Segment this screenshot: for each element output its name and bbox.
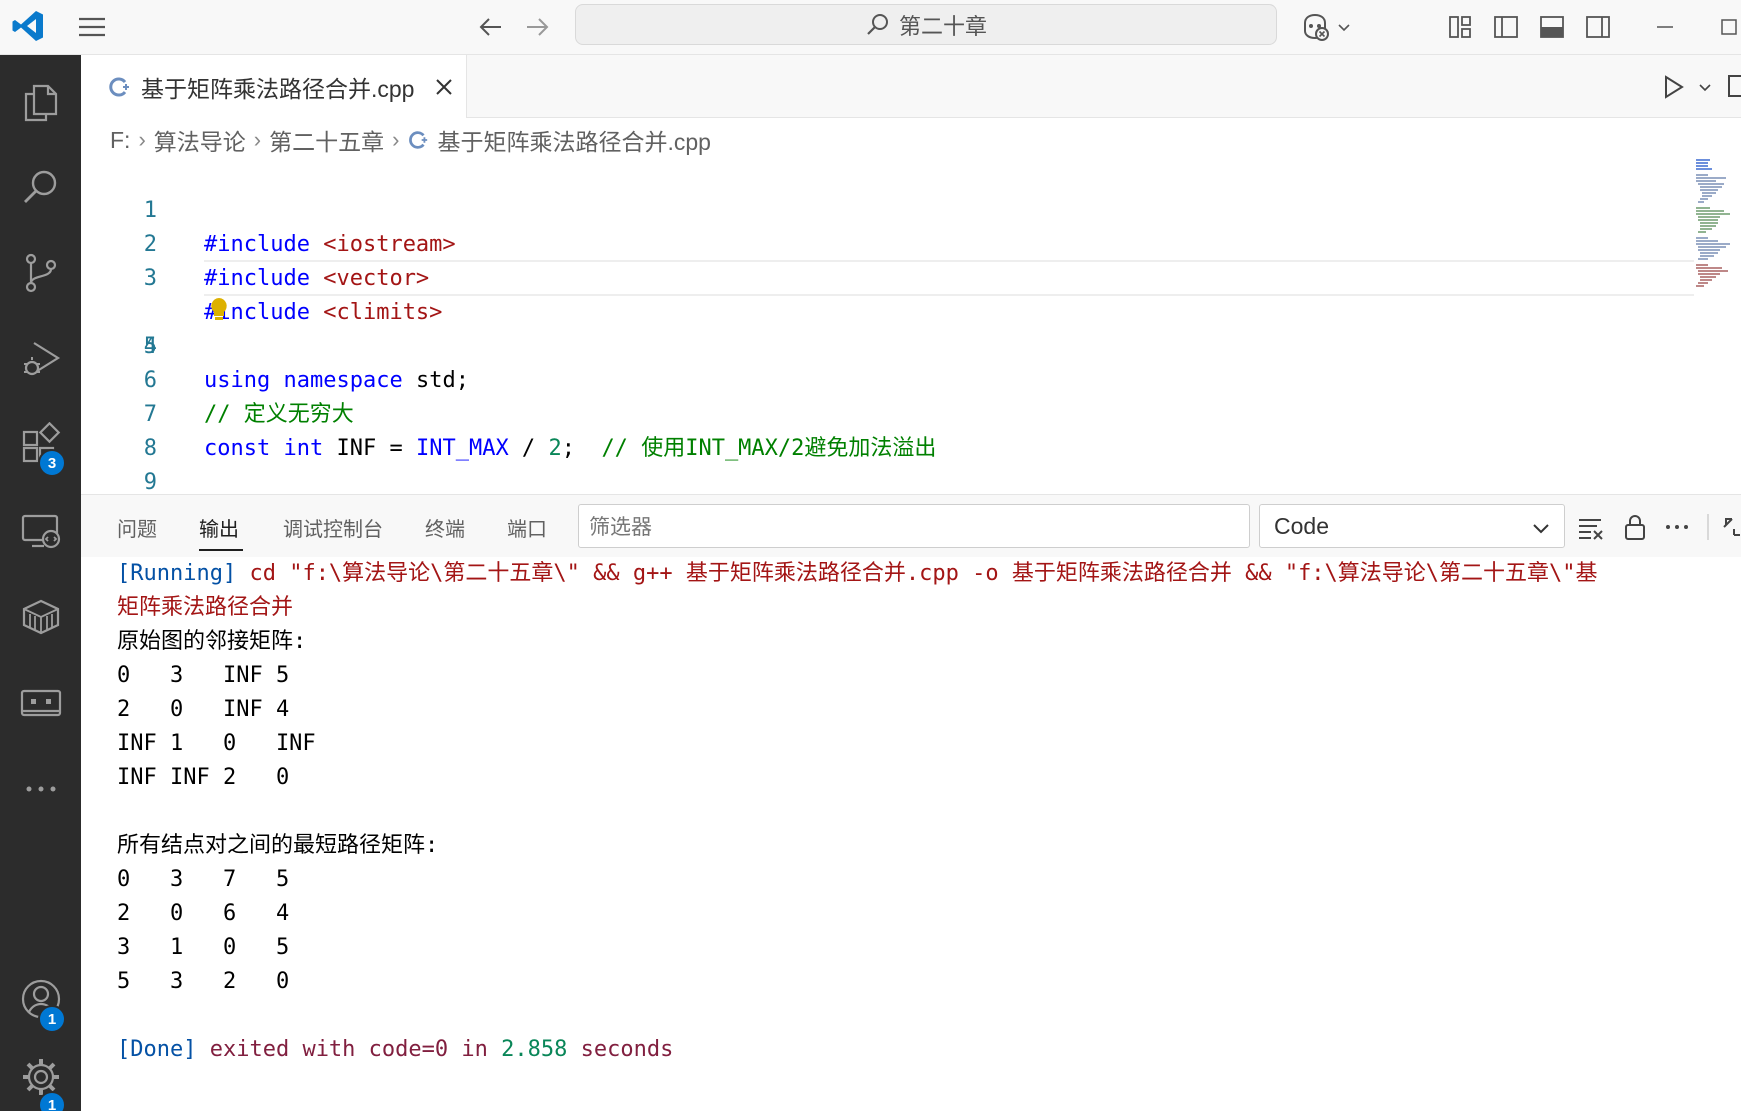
source-control-icon[interactable] bbox=[0, 233, 81, 313]
channel-value: Code bbox=[1274, 512, 1329, 539]
clear-output-icon[interactable] bbox=[1576, 512, 1606, 542]
code-line: 9 // 打印矩阵 bbox=[81, 432, 1681, 529]
filter-placeholder: 筛选器 bbox=[589, 516, 652, 539]
tab-debug-console[interactable]: 调试控制台 bbox=[283, 513, 383, 542]
matrix-row: 5 3 2 0 bbox=[117, 969, 290, 994]
remote-window-icon[interactable] bbox=[0, 663, 81, 743]
tab-terminal[interactable]: 终端 bbox=[425, 513, 465, 542]
tab-label: 基于矩阵乘法路径合并.cpp bbox=[141, 75, 415, 102]
play-icon bbox=[1665, 75, 1684, 99]
code-line: 1 #include <iostream> bbox=[81, 160, 1681, 257]
copilot-icon bbox=[1304, 13, 1329, 41]
code-line: 5 bbox=[81, 296, 1681, 359]
containers-icon[interactable] bbox=[0, 577, 81, 657]
minimap[interactable] bbox=[1694, 158, 1741, 298]
running-tag: [Running] bbox=[117, 561, 237, 586]
running-line: [Running] cd "f:\算法导论\第二十五章\" && g++ 基于矩… bbox=[117, 557, 1741, 591]
copilot-button[interactable] bbox=[1298, 10, 1354, 44]
extensions-badge: 3 bbox=[38, 449, 66, 477]
customize-layout-icon[interactable] bbox=[1445, 12, 1475, 42]
running-command-continued: 矩阵乘法路径合并 bbox=[117, 595, 294, 620]
toggle-secondary-sidebar-icon[interactable] bbox=[1583, 12, 1613, 42]
breadcrumb: F: › 算法导论 › 第二十五章 › 基于矩阵乘法路径合并.cpp bbox=[110, 124, 711, 156]
lightbulb-icon[interactable] bbox=[208, 296, 230, 322]
done-in: in bbox=[448, 1037, 502, 1062]
accounts-icon[interactable]: 1 bbox=[0, 959, 81, 1039]
code-line: 7 const int INF = INT_MAX / 2; // 使用INT_… bbox=[81, 364, 1681, 461]
toggle-primary-sidebar-icon[interactable] bbox=[1491, 12, 1521, 42]
output-channel-select[interactable]: Code bbox=[1259, 504, 1565, 548]
accounts-badge: 1 bbox=[38, 1005, 66, 1033]
tab-problems[interactable]: 问题 bbox=[117, 513, 157, 542]
chevron-down-icon bbox=[1699, 84, 1711, 92]
command-center-search[interactable]: 第二十章 bbox=[575, 4, 1277, 45]
maximize-icon[interactable] bbox=[1716, 12, 1741, 42]
code-line: 3 #include <climits> bbox=[81, 228, 1681, 325]
forward-arrow-icon[interactable] bbox=[522, 12, 552, 42]
run-and-debug-icon[interactable] bbox=[0, 319, 81, 399]
done-time: 2.858 bbox=[501, 1037, 568, 1062]
more-views-icon[interactable] bbox=[0, 749, 81, 829]
matrix-row: 0 3 7 5 bbox=[117, 867, 290, 892]
tab-output[interactable]: 输出 bbox=[199, 513, 239, 542]
done-line: [Done] exited with code=0 in 2.858 secon… bbox=[117, 1033, 673, 1067]
chevron-right-icon: › bbox=[253, 127, 262, 152]
output-heading: 所有结点对之间的最短路径矩阵: bbox=[117, 833, 439, 858]
cpp-file-icon bbox=[109, 77, 129, 96]
more-actions-icon[interactable] bbox=[1662, 512, 1692, 542]
editor-tab[interactable]: 基于矩阵乘法路径合并.cpp bbox=[81, 55, 467, 118]
active-tab-indicator bbox=[199, 549, 243, 551]
matrix-row: 3 1 0 5 bbox=[117, 935, 290, 960]
split-editor-icon[interactable] bbox=[1726, 71, 1741, 103]
search-icon bbox=[867, 13, 888, 35]
chevron-down-icon bbox=[1338, 24, 1350, 32]
back-arrow-icon[interactable] bbox=[476, 12, 506, 42]
lock-scroll-icon[interactable] bbox=[1620, 512, 1650, 542]
vscode-logo-icon bbox=[10, 8, 46, 44]
output-heading: 原始图的邻接矩阵: bbox=[117, 629, 307, 654]
maximize-panel-icon[interactable] bbox=[1706, 512, 1741, 542]
menu-icon[interactable] bbox=[76, 12, 108, 42]
matrix-row: INF 1 0 INF bbox=[117, 731, 316, 756]
toggle-panel-icon[interactable] bbox=[1537, 12, 1567, 42]
done-tag: [Done] bbox=[117, 1037, 197, 1062]
matrix-row: 0 3 INF 5 bbox=[117, 663, 290, 688]
activity-bar: 3 1 1 bbox=[0, 55, 81, 1111]
chevron-right-icon: › bbox=[392, 127, 400, 152]
breadcrumb-subfolder[interactable]: 第二十五章 bbox=[269, 123, 384, 157]
chevron-down-icon bbox=[1533, 524, 1549, 534]
run-code-button[interactable] bbox=[1659, 71, 1719, 103]
matrix-row: 2 0 6 4 bbox=[117, 901, 290, 926]
search-icon[interactable] bbox=[0, 147, 81, 227]
tab-ports[interactable]: 端口 bbox=[507, 513, 547, 542]
breadcrumb-drive[interactable]: F: bbox=[110, 127, 130, 154]
breadcrumb-file[interactable]: 基于矩阵乘法路径合并.cpp bbox=[437, 123, 710, 157]
title-bar: 第二十章 bbox=[0, 0, 1741, 55]
chevron-right-icon: › bbox=[138, 127, 146, 152]
cpp-file-icon bbox=[409, 131, 428, 149]
extensions-icon[interactable]: 3 bbox=[0, 405, 81, 485]
code-line: 6 // 定义无穷大 bbox=[81, 330, 1681, 427]
explorer-icon[interactable] bbox=[0, 61, 81, 141]
search-text: 第二十章 bbox=[898, 13, 987, 39]
done-code: code=0 bbox=[368, 1037, 449, 1062]
code-line: 4 using namespace std; bbox=[81, 260, 1694, 393]
current-line-highlight bbox=[204, 260, 1694, 296]
code-line: 2 #include <vector> bbox=[81, 194, 1681, 291]
remote-explorer-icon[interactable] bbox=[0, 491, 81, 571]
manage-badge: 1 bbox=[38, 1091, 66, 1111]
minimize-icon[interactable] bbox=[1650, 12, 1680, 42]
breadcrumb-folder[interactable]: 算法导论 bbox=[154, 123, 246, 157]
done-seconds: seconds bbox=[567, 1037, 674, 1062]
done-exited: exited with bbox=[196, 1037, 369, 1062]
close-icon[interactable] bbox=[432, 75, 456, 99]
matrix-row: 2 0 INF 4 bbox=[117, 697, 290, 722]
editor-tab-bar: 基于矩阵乘法路径合并.cpp bbox=[81, 55, 1741, 118]
code-line: 8 bbox=[81, 398, 1681, 461]
matrix-row: INF INF 2 0 bbox=[117, 765, 290, 790]
manage-gear-icon[interactable]: 1 bbox=[0, 1037, 81, 1111]
running-command: cd "f:\算法导论\第二十五章\" && g++ 基于矩阵乘法路径合并.cp… bbox=[236, 561, 1598, 586]
output-filter-input[interactable]: 筛选器 bbox=[578, 504, 1250, 548]
